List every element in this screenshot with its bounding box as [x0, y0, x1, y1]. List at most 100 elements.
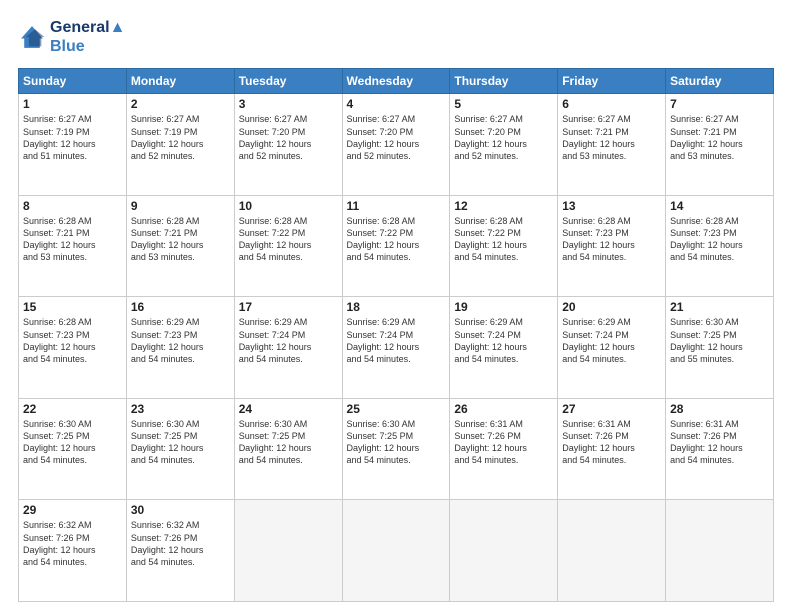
day-detail: Sunrise: 6:27 AM Sunset: 7:19 PM Dayligh…	[131, 113, 230, 162]
day-detail: Sunrise: 6:28 AM Sunset: 7:23 PM Dayligh…	[562, 215, 661, 264]
calendar-cell: 15 Sunrise: 6:28 AM Sunset: 7:23 PM Dayli…	[19, 297, 127, 399]
day-detail: Sunrise: 6:28 AM Sunset: 7:22 PM Dayligh…	[239, 215, 338, 264]
weekday-header-saturday: Saturday	[666, 69, 774, 94]
calendar-cell	[342, 500, 450, 602]
day-detail: Sunrise: 6:28 AM Sunset: 7:22 PM Dayligh…	[454, 215, 553, 264]
calendar-cell: 11Sunrise: 6:28 AM Sunset: 7:22 PM Dayli…	[342, 195, 450, 297]
calendar-cell: 16 Sunrise: 6:29 AM Sunset: 7:23 PM Dayli…	[126, 297, 234, 399]
day-detail: Sunrise: 6:29 AM Sunset: 7:24 PM Dayligh…	[454, 316, 553, 365]
logo: General▲ Blue	[18, 18, 125, 56]
day-number: 2	[131, 97, 230, 111]
day-number: 6	[562, 97, 661, 111]
calendar-cell: 18Sunrise: 6:29 AM Sunset: 7:24 PM Dayli…	[342, 297, 450, 399]
day-number: 16	[131, 300, 230, 314]
day-number: 8	[23, 199, 122, 213]
day-detail: Sunrise: 6:28 AM Sunset: 7:22 PM Dayligh…	[347, 215, 446, 264]
day-detail: Sunrise: 6:27 AM Sunset: 7:19 PM Dayligh…	[23, 113, 122, 162]
calendar-cell: 8 Sunrise: 6:28 AM Sunset: 7:21 PM Daylig…	[19, 195, 127, 297]
weekday-header-thursday: Thursday	[450, 69, 558, 94]
day-number: 5	[454, 97, 553, 111]
week-row-2: 8 Sunrise: 6:28 AM Sunset: 7:21 PM Daylig…	[19, 195, 774, 297]
day-detail: Sunrise: 6:29 AM Sunset: 7:24 PM Dayligh…	[347, 316, 446, 365]
calendar: SundayMondayTuesdayWednesdayThursdayFrid…	[18, 68, 774, 602]
calendar-cell: 26Sunrise: 6:31 AM Sunset: 7:26 PM Dayli…	[450, 398, 558, 500]
calendar-cell: 29 Sunrise: 6:32 AM Sunset: 7:26 PM Dayli…	[19, 500, 127, 602]
calendar-cell: 5Sunrise: 6:27 AM Sunset: 7:20 PM Daylig…	[450, 94, 558, 196]
day-number: 10	[239, 199, 338, 213]
calendar-cell	[234, 500, 342, 602]
day-number: 27	[562, 402, 661, 416]
calendar-cell: 14Sunrise: 6:28 AM Sunset: 7:23 PM Dayli…	[666, 195, 774, 297]
calendar-cell: 24 Sunrise: 6:30 AM Sunset: 7:25 PM Dayli…	[234, 398, 342, 500]
day-number: 17	[239, 300, 338, 314]
day-number: 20	[562, 300, 661, 314]
calendar-cell: 2 Sunrise: 6:27 AM Sunset: 7:19 PM Daylig…	[126, 94, 234, 196]
calendar-cell: 19 Sunrise: 6:29 AM Sunset: 7:24 PM Dayli…	[450, 297, 558, 399]
day-detail: Sunrise: 6:30 AM Sunset: 7:25 PM Dayligh…	[23, 418, 122, 467]
calendar-cell: 7 Sunrise: 6:27 AM Sunset: 7:21 PM Daylig…	[666, 94, 774, 196]
day-number: 4	[347, 97, 446, 111]
day-number: 25	[347, 402, 446, 416]
day-number: 14	[670, 199, 769, 213]
logo-icon	[18, 23, 46, 51]
day-number: 1	[23, 97, 122, 111]
day-number: 22	[23, 402, 122, 416]
day-detail: Sunrise: 6:29 AM Sunset: 7:23 PM Dayligh…	[131, 316, 230, 365]
day-detail: Sunrise: 6:27 AM Sunset: 7:21 PM Dayligh…	[670, 113, 769, 162]
day-number: 23	[131, 402, 230, 416]
weekday-header-monday: Monday	[126, 69, 234, 94]
day-detail: Sunrise: 6:29 AM Sunset: 7:24 PM Dayligh…	[562, 316, 661, 365]
weekday-header-sunday: Sunday	[19, 69, 127, 94]
day-detail: Sunrise: 6:29 AM Sunset: 7:24 PM Dayligh…	[239, 316, 338, 365]
weekday-header-tuesday: Tuesday	[234, 69, 342, 94]
calendar-cell: 3 Sunrise: 6:27 AM Sunset: 7:20 PM Daylig…	[234, 94, 342, 196]
day-detail: Sunrise: 6:32 AM Sunset: 7:26 PM Dayligh…	[131, 519, 230, 568]
weekday-header-friday: Friday	[558, 69, 666, 94]
day-number: 3	[239, 97, 338, 111]
header: General▲ Blue	[18, 18, 774, 56]
day-detail: Sunrise: 6:28 AM Sunset: 7:21 PM Dayligh…	[23, 215, 122, 264]
day-detail: Sunrise: 6:31 AM Sunset: 7:26 PM Dayligh…	[562, 418, 661, 467]
calendar-cell: 6 Sunrise: 6:27 AM Sunset: 7:21 PM Daylig…	[558, 94, 666, 196]
day-detail: Sunrise: 6:27 AM Sunset: 7:21 PM Dayligh…	[562, 113, 661, 162]
week-row-5: 29 Sunrise: 6:32 AM Sunset: 7:26 PM Dayli…	[19, 500, 774, 602]
day-number: 26	[454, 402, 553, 416]
day-number: 24	[239, 402, 338, 416]
calendar-cell: 13 Sunrise: 6:28 AM Sunset: 7:23 PM Dayli…	[558, 195, 666, 297]
day-detail: Sunrise: 6:32 AM Sunset: 7:26 PM Dayligh…	[23, 519, 122, 568]
calendar-cell: 10 Sunrise: 6:28 AM Sunset: 7:22 PM Dayli…	[234, 195, 342, 297]
calendar-cell: 25 Sunrise: 6:30 AM Sunset: 7:25 PM Dayli…	[342, 398, 450, 500]
day-detail: Sunrise: 6:27 AM Sunset: 7:20 PM Dayligh…	[347, 113, 446, 162]
day-number: 21	[670, 300, 769, 314]
day-number: 9	[131, 199, 230, 213]
calendar-cell: 23 Sunrise: 6:30 AM Sunset: 7:25 PM Dayli…	[126, 398, 234, 500]
calendar-cell: 22 Sunrise: 6:30 AM Sunset: 7:25 PM Dayli…	[19, 398, 127, 500]
calendar-cell: 4 Sunrise: 6:27 AM Sunset: 7:20 PM Daylig…	[342, 94, 450, 196]
calendar-cell: 12Sunrise: 6:28 AM Sunset: 7:22 PM Dayli…	[450, 195, 558, 297]
day-number: 7	[670, 97, 769, 111]
page: General▲ Blue SundayMondayTuesdayWednesd…	[0, 0, 792, 612]
calendar-cell: 17 Sunrise: 6:29 AM Sunset: 7:24 PM Dayli…	[234, 297, 342, 399]
week-row-1: 1 Sunrise: 6:27 AM Sunset: 7:19 PM Daylig…	[19, 94, 774, 196]
day-detail: Sunrise: 6:27 AM Sunset: 7:20 PM Dayligh…	[239, 113, 338, 162]
calendar-cell	[666, 500, 774, 602]
week-row-3: 15 Sunrise: 6:28 AM Sunset: 7:23 PM Dayli…	[19, 297, 774, 399]
day-detail: Sunrise: 6:30 AM Sunset: 7:25 PM Dayligh…	[131, 418, 230, 467]
day-number: 19	[454, 300, 553, 314]
day-number: 29	[23, 503, 122, 517]
day-detail: Sunrise: 6:30 AM Sunset: 7:25 PM Dayligh…	[347, 418, 446, 467]
day-number: 15	[23, 300, 122, 314]
calendar-cell: 20 Sunrise: 6:29 AM Sunset: 7:24 PM Dayli…	[558, 297, 666, 399]
day-detail: Sunrise: 6:28 AM Sunset: 7:23 PM Dayligh…	[23, 316, 122, 365]
calendar-cell: 21Sunrise: 6:30 AM Sunset: 7:25 PM Dayli…	[666, 297, 774, 399]
day-number: 30	[131, 503, 230, 517]
calendar-cell: 9 Sunrise: 6:28 AM Sunset: 7:21 PM Daylig…	[126, 195, 234, 297]
weekday-header-row: SundayMondayTuesdayWednesdayThursdayFrid…	[19, 69, 774, 94]
calendar-cell	[558, 500, 666, 602]
week-row-4: 22 Sunrise: 6:30 AM Sunset: 7:25 PM Dayli…	[19, 398, 774, 500]
day-number: 28	[670, 402, 769, 416]
day-detail: Sunrise: 6:28 AM Sunset: 7:21 PM Dayligh…	[131, 215, 230, 264]
calendar-cell: 27 Sunrise: 6:31 AM Sunset: 7:26 PM Dayli…	[558, 398, 666, 500]
day-detail: Sunrise: 6:30 AM Sunset: 7:25 PM Dayligh…	[239, 418, 338, 467]
day-number: 13	[562, 199, 661, 213]
